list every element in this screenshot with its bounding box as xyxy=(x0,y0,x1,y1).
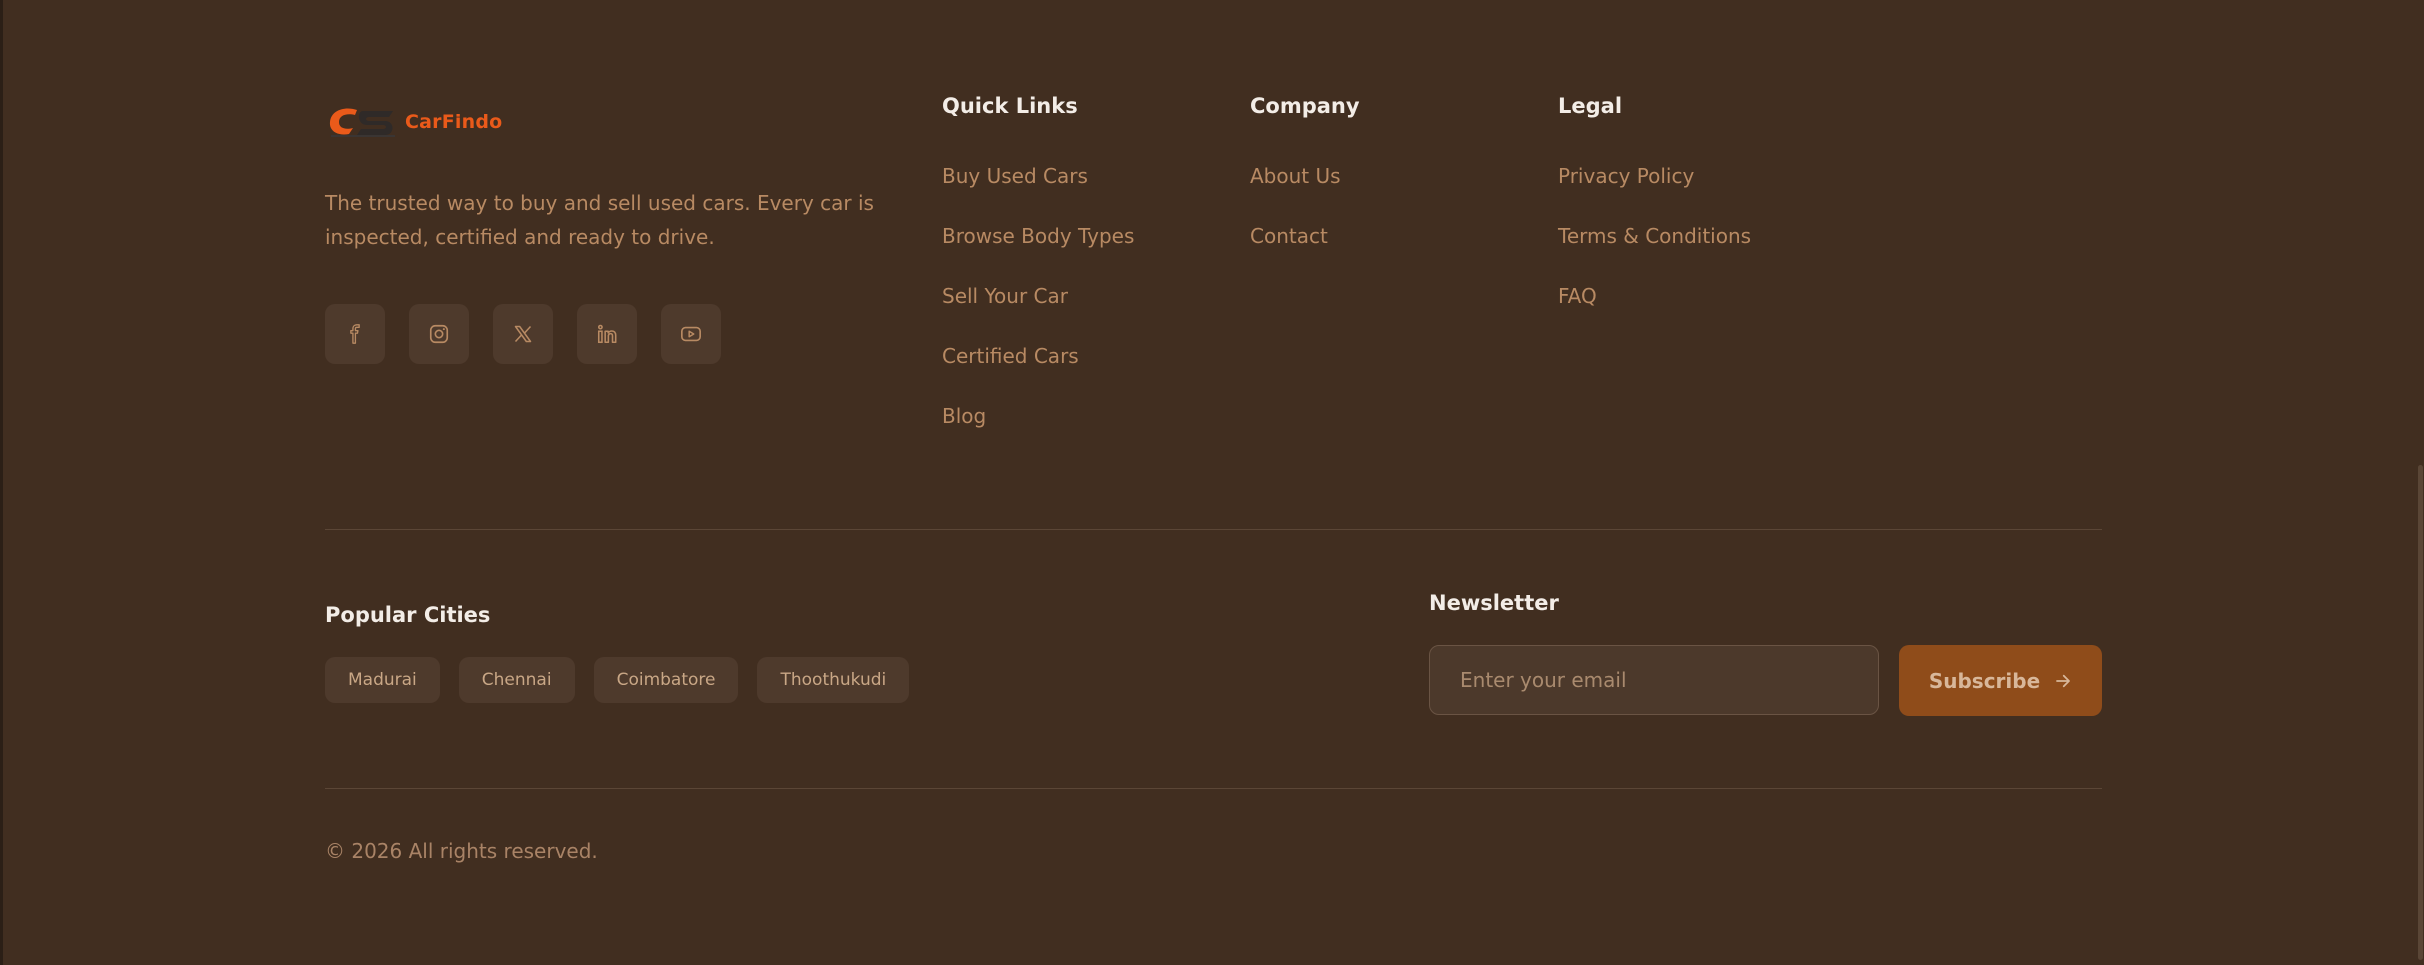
legal-column: Legal Privacy Policy Terms & Conditions … xyxy=(1558,92,1751,308)
brand-tagline: The trusted way to buy and sell used car… xyxy=(325,191,874,249)
copyright-text: © 2026 All rights reserved. xyxy=(325,839,598,863)
social-links xyxy=(325,304,721,364)
page-scrollbar[interactable] xyxy=(2416,0,2424,965)
company-column: Company About Us Contact xyxy=(1250,92,1360,248)
city-chip-chennai[interactable]: Chennai xyxy=(458,657,575,703)
quick-link-buy-used-cars[interactable]: Buy Used Cars xyxy=(942,162,1134,222)
company-link-about-us[interactable]: About Us xyxy=(1250,162,1341,222)
legal-link-faq[interactable]: FAQ xyxy=(1558,282,1751,342)
scrollbar-thumb[interactable] xyxy=(2418,465,2423,960)
quick-link-certified-cars[interactable]: Certified Cars xyxy=(942,342,1134,402)
carfindo-logo-icon xyxy=(329,108,395,137)
newsletter-title: Newsletter xyxy=(1429,591,1559,615)
youtube-icon xyxy=(681,326,701,342)
legal-link-privacy-policy[interactable]: Privacy Policy xyxy=(1558,162,1751,222)
legal-link-terms-conditions[interactable]: Terms & Conditions xyxy=(1558,222,1751,282)
x-twitter-link[interactable] xyxy=(493,304,553,364)
youtube-link[interactable] xyxy=(661,304,721,364)
left-edge-strip xyxy=(0,0,3,965)
x-twitter-icon xyxy=(514,325,532,343)
facebook-link[interactable] xyxy=(325,304,385,364)
subscribe-button-label: Subscribe xyxy=(1928,668,2041,693)
legal-list: Privacy Policy Terms & Conditions FAQ xyxy=(1558,162,1751,342)
company-link-contact[interactable]: Contact xyxy=(1250,222,1341,282)
popular-cities-list: Madurai Chennai Coimbatore Thoothukudi xyxy=(325,657,910,703)
popular-cities-title: Popular Cities xyxy=(325,603,491,627)
quick-link-sell-your-car[interactable]: Sell Your Car xyxy=(942,282,1134,342)
quick-links-column: Quick Links Buy Used Cars Browse Body Ty… xyxy=(942,92,1134,428)
footer-container: CarFindo The trusted way to buy and sell… xyxy=(325,0,2102,965)
company-list: About Us Contact xyxy=(1250,162,1341,282)
quick-links-title: Quick Links xyxy=(942,94,1078,118)
company-title: Company xyxy=(1250,94,1360,118)
instagram-link[interactable] xyxy=(409,304,469,364)
city-chip-madurai[interactable]: Madurai xyxy=(325,657,440,703)
footer-divider-top xyxy=(325,529,2102,530)
brand-name: CarFindo xyxy=(405,111,503,133)
instagram-icon xyxy=(429,324,449,344)
linkedin-link[interactable] xyxy=(577,304,637,364)
subscribe-button[interactable]: Subscribe xyxy=(1899,645,2102,716)
arrow-right-icon xyxy=(2056,674,2071,687)
quick-links-list: Buy Used Cars Browse Body Types Sell You… xyxy=(942,162,1134,462)
quick-link-browse-body-types[interactable]: Browse Body Types xyxy=(942,222,1134,282)
footer-page: CarFindo The trusted way to buy and sell… xyxy=(0,0,2424,965)
legal-title: Legal xyxy=(1558,94,1623,118)
brand-logo[interactable]: CarFindo xyxy=(327,100,502,144)
footer-divider-bottom xyxy=(325,788,2102,789)
city-chip-thoothukudi[interactable]: Thoothukudi xyxy=(757,657,910,703)
city-chip-coimbatore[interactable]: Coimbatore xyxy=(593,657,739,703)
facebook-icon xyxy=(350,324,360,344)
linkedin-icon xyxy=(597,324,617,344)
quick-link-blog[interactable]: Blog xyxy=(942,402,1134,462)
newsletter-email-input[interactable] xyxy=(1429,645,1879,715)
